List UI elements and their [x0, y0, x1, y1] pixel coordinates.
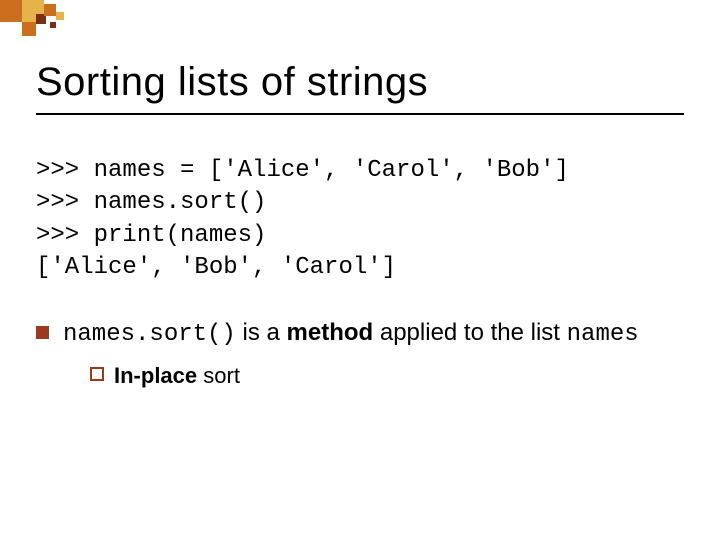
note-mid: is a: [236, 319, 287, 346]
code-line-4: ['Alice', 'Bob', 'Carol']: [36, 254, 396, 281]
deco-square: [50, 22, 56, 28]
bullet-icon: [36, 326, 49, 339]
deco-square: [44, 4, 56, 16]
sub-note-item: In-place sort: [90, 361, 684, 391]
corner-decoration: [0, 0, 120, 50]
note-item: names.sort() is a method applied to the …: [36, 317, 684, 391]
deco-square: [22, 22, 36, 36]
sub-after: sort: [197, 363, 240, 388]
hollow-bullet-icon: [90, 367, 104, 381]
note-code-1: names.sort(): [63, 321, 236, 348]
code-line-1: >>> names = ['Alice', 'Carol', 'Bob']: [36, 157, 569, 184]
deco-square: [56, 12, 64, 20]
note-bold: method: [287, 319, 374, 346]
notes-section: names.sort() is a method applied to the …: [0, 285, 720, 391]
title-underline: [36, 113, 684, 115]
sub-bold: In-place: [114, 363, 197, 388]
note-after: applied to the list: [373, 319, 566, 346]
code-line-2: >>> names.sort(): [36, 189, 266, 216]
note-code-2: names: [567, 321, 639, 348]
sub-note-text: In-place sort: [114, 361, 240, 391]
code-line-3: >>> print(names): [36, 222, 266, 249]
code-block: >>> names = ['Alice', 'Carol', 'Bob'] >>…: [0, 125, 720, 285]
note-text: names.sort() is a method applied to the …: [63, 317, 684, 391]
page-title: Sorting lists of strings: [36, 60, 684, 105]
deco-square: [0, 0, 22, 22]
